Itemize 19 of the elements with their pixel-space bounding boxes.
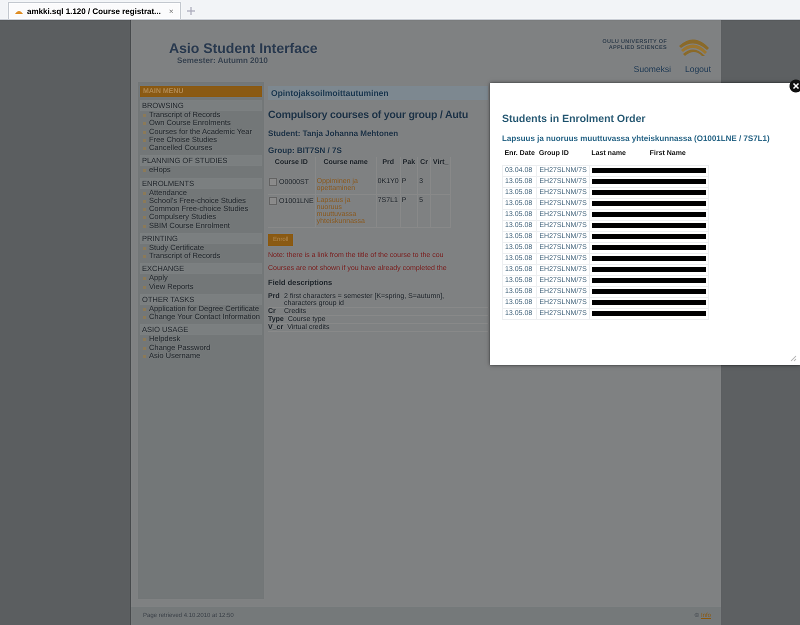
page-heading: Compulsory courses of your group / Autu (268, 109, 468, 121)
semester-label: Semester: Autumn 2010 (177, 56, 269, 65)
close-icon[interactable] (788, 79, 800, 93)
tab-close-button[interactable]: × (168, 6, 174, 16)
modal-title: Students in Enrolment Order (502, 113, 647, 125)
site-title: Asio Student Interface (169, 40, 318, 56)
student-name: Student: Tanja Johanna Mehtonen (268, 129, 398, 138)
browser-tab[interactable]: amkki.sql 1.120 / Course registrat... × (8, 2, 181, 19)
favicon-icon (15, 8, 23, 14)
tab-title: amkki.sql 1.120 / Course registrat... (27, 6, 161, 16)
checkbox[interactable] (269, 197, 277, 205)
header-link[interactable]: Suomeksi (634, 64, 671, 74)
checkbox[interactable] (269, 178, 277, 186)
resize-grip-icon[interactable] (789, 354, 797, 362)
page-tab-title: Opintojaksoilmoittautuminen (268, 86, 488, 100)
group-label: Group: BIT7SN / 7S (268, 146, 342, 155)
header-link[interactable]: Logout (685, 64, 711, 74)
new-tab-icon[interactable] (184, 5, 197, 17)
course-title: Lapsuus ja nuoruus muuttuvassa yhteiskunnassa (O1001LNE / 7S7L1) (502, 134, 771, 144)
